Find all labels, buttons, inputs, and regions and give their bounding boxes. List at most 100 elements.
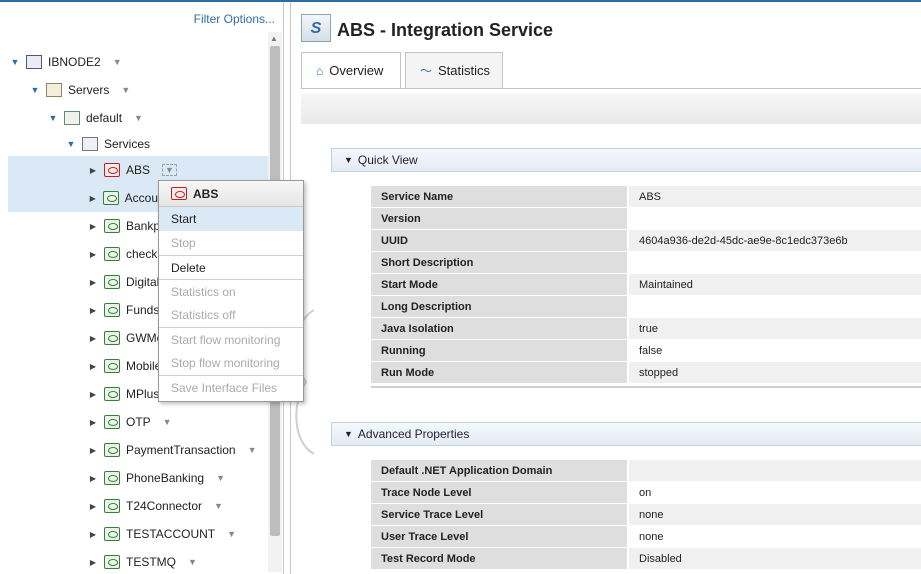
table-row: Version <box>371 208 921 230</box>
expand-arrow-icon[interactable]: ▶ <box>88 418 98 427</box>
tree-item[interactable]: ▶ OTP ▼ <box>88 408 172 436</box>
property-key: Run Mode <box>371 362 627 383</box>
expand-icon[interactable]: ▼ <box>66 139 76 149</box>
chevron-down-icon[interactable]: ▼ <box>162 164 177 176</box>
collapse-arrow-icon[interactable]: ▼ <box>344 429 353 439</box>
tree-item-label: TESTACCOUNT <box>126 527 216 541</box>
quick-view-section-header[interactable]: ▼ Quick View <box>331 148 921 172</box>
table-row: Run Mode stopped <box>371 362 921 384</box>
tree-node-label: Services <box>104 137 151 151</box>
expand-arrow-icon[interactable]: ▶ <box>88 502 98 511</box>
expand-arrow-icon[interactable]: ▶ <box>88 222 98 231</box>
expand-icon[interactable]: ▼ <box>30 85 40 95</box>
property-value: ABS <box>627 186 921 207</box>
tree-item[interactable]: ▶ T24Connector ▼ <box>88 492 223 520</box>
expand-icon[interactable]: ▼ <box>48 113 58 123</box>
services-folder-icon <box>82 137 98 151</box>
chevron-down-icon[interactable]: ▼ <box>121 85 130 95</box>
expand-arrow-icon[interactable]: ▶ <box>88 390 98 399</box>
menu-item-stop-flow-monitoring: Stop flow monitoring <box>171 356 280 370</box>
property-value: 4604a936-de2d-45dc-ae9e-8c1edc373e6b <box>627 230 921 251</box>
tree-item[interactable]: ▶ Accou <box>8 184 158 212</box>
tree-item[interactable]: ▶ checkr <box>88 240 161 268</box>
expand-arrow-icon[interactable]: ▶ <box>88 558 98 567</box>
page-title: ABS - Integration Service <box>337 20 554 40</box>
expand-arrow-icon[interactable]: ▶ <box>88 446 98 455</box>
tab-overview[interactable]: ⌂ Overview <box>301 52 401 88</box>
tab-statistics[interactable]: 〜 Statistics <box>405 52 503 88</box>
tree-item[interactable]: ▶ GWMo <box>88 324 163 352</box>
property-key: Start Mode <box>371 274 627 295</box>
tree-item-label: T24Connector <box>126 499 203 513</box>
tree-node-services[interactable]: ▼ Services <box>66 130 150 158</box>
scroll-up-icon[interactable]: ▲ <box>270 34 278 43</box>
table-row: Long Description <box>371 296 921 318</box>
property-key: UUID <box>371 230 627 251</box>
property-key: Default .NET Application Domain <box>371 460 627 481</box>
service-icon <box>104 247 120 261</box>
tree-item-label: Bankp <box>126 219 161 233</box>
service-icon <box>104 275 120 289</box>
overview-icon: ⌂ <box>316 63 324 78</box>
expand-arrow-icon[interactable]: ▶ <box>88 194 97 203</box>
filter-options-link[interactable]: Filter Options... <box>194 12 275 26</box>
chevron-down-icon[interactable]: ▼ <box>216 473 225 483</box>
menu-item-start-flow-monitoring: Start flow monitoring <box>159 327 303 351</box>
tree-node-label: Servers <box>68 83 110 97</box>
chevron-down-icon[interactable]: ▼ <box>134 113 143 123</box>
integration-server-icon <box>64 111 80 125</box>
tree-item-label: PaymentTransaction <box>126 443 236 457</box>
service-icon <box>104 443 120 457</box>
expand-arrow-icon[interactable]: ▶ <box>88 530 98 539</box>
chevron-down-icon[interactable]: ▼ <box>163 417 172 427</box>
expand-arrow-icon[interactable]: ▶ <box>88 250 98 259</box>
tree-node-servers[interactable]: ▼ Servers ▼ <box>30 76 130 104</box>
table-row: Start Mode Maintained <box>371 274 921 296</box>
tree-item[interactable]: ▶ PaymentTransaction ▼ <box>88 436 257 464</box>
service-icon <box>104 331 120 345</box>
tree-node-ibnode2[interactable]: ▼ IBNODE2 ▼ <box>10 48 122 76</box>
table-divider <box>371 386 921 388</box>
property-value: on <box>627 482 921 503</box>
integration-service-icon: S <box>301 14 331 42</box>
expand-arrow-icon[interactable]: ▶ <box>88 334 98 343</box>
expand-arrow-icon[interactable]: ▶ <box>88 278 98 287</box>
tree-item[interactable]: ▶ PhoneBanking ▼ <box>88 464 225 492</box>
tree-node-label: IBNODE2 <box>48 55 101 69</box>
line-chart-icon: 〜 <box>420 64 433 78</box>
tree-item[interactable]: ▶ TESTMQ ▼ <box>88 548 197 574</box>
menu-item-start[interactable]: Start <box>159 207 303 231</box>
table-row: UUID 4604a936-de2d-45dc-ae9e-8c1edc373e6b <box>371 230 921 252</box>
menu-item-delete[interactable]: Delete <box>159 255 303 279</box>
chevron-down-icon[interactable]: ▼ <box>248 445 257 455</box>
chevron-down-icon[interactable]: ▼ <box>188 557 197 567</box>
expand-arrow-icon[interactable]: ▶ <box>88 362 98 371</box>
tree-item[interactable]: ▶ Mobile <box>88 352 161 380</box>
property-key: Java Isolation <box>371 318 627 339</box>
tree-item-label: ABS <box>126 163 151 177</box>
tree-item[interactable]: ▶ Bankp <box>88 212 160 240</box>
advanced-properties-section-header[interactable]: ▼ Advanced Properties <box>331 422 921 446</box>
collapse-arrow-icon[interactable]: ▼ <box>344 155 353 165</box>
expand-arrow-icon[interactable]: ▶ <box>88 306 98 315</box>
property-value <box>627 460 921 481</box>
table-row: Trace Node Level on <box>371 482 921 504</box>
expand-icon[interactable]: ▼ <box>10 57 20 67</box>
tree-item[interactable]: ▶ Digital <box>88 268 159 296</box>
tree-item[interactable]: ▶ TESTACCOUNT ▼ <box>88 520 236 548</box>
tree-item[interactable]: ▶ Funds <box>88 296 159 324</box>
tree-item[interactable]: ▶ MPlus <box>88 380 159 408</box>
chevron-down-icon[interactable]: ▼ <box>214 501 223 511</box>
table-row: Test Record Mode Disabled <box>371 548 921 570</box>
tab-divider <box>301 88 921 89</box>
expand-arrow-icon[interactable]: ▶ <box>88 474 98 483</box>
property-key: Trace Node Level <box>371 482 627 503</box>
expand-arrow-icon[interactable]: ▶ <box>88 166 98 175</box>
property-key: Test Record Mode <box>371 548 627 569</box>
property-value <box>627 208 921 229</box>
chevron-down-icon[interactable]: ▼ <box>113 57 122 67</box>
tree-item-label: Accou <box>124 191 158 205</box>
property-value: true <box>627 318 921 339</box>
chevron-down-icon[interactable]: ▼ <box>227 529 236 539</box>
tree-node-default[interactable]: ▼ default ▼ <box>48 104 143 132</box>
